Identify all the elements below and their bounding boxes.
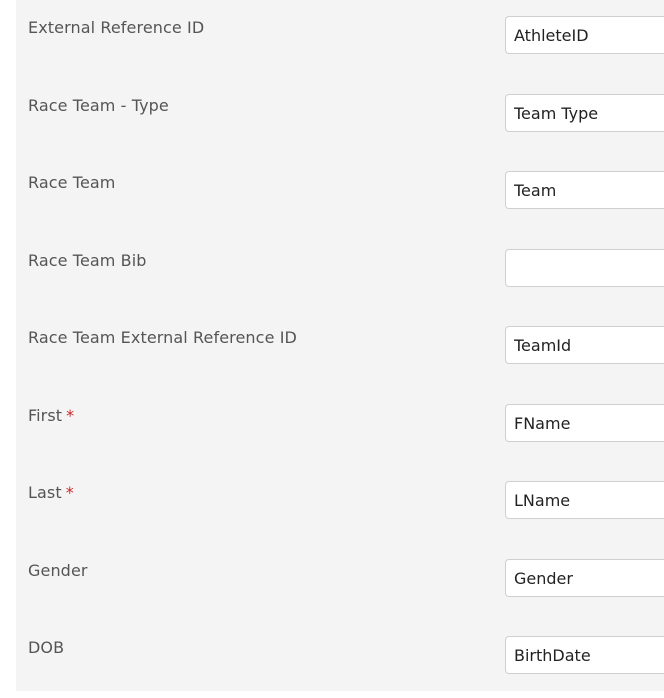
external-reference-id-input[interactable]: [505, 16, 664, 54]
field-row-race-team: Race Team: [16, 155, 664, 233]
dob-input[interactable]: [505, 636, 664, 674]
field-row-first: First *: [16, 388, 664, 466]
required-marker: *: [65, 483, 74, 502]
field-row-dob: DOB: [16, 620, 664, 698]
field-label: Gender: [28, 561, 88, 580]
field-row-external-reference-id: External Reference ID: [16, 0, 664, 78]
race-team-external-reference-id-input[interactable]: [505, 326, 664, 364]
race-team-input[interactable]: [505, 171, 664, 209]
field-label: First *: [28, 406, 75, 425]
field-label: Race Team: [28, 173, 116, 192]
gender-input[interactable]: [505, 559, 664, 597]
field-label: Race Team External Reference ID: [28, 328, 297, 347]
first-name-input[interactable]: [505, 404, 664, 442]
field-label: Race Team - Type: [28, 96, 169, 115]
field-row-gender: Gender: [16, 543, 664, 621]
field-mapping-panel: External Reference ID Race Team - Type R…: [16, 0, 664, 691]
field-row-race-team-type: Race Team - Type: [16, 78, 664, 156]
field-label: External Reference ID: [28, 18, 205, 37]
field-label: Race Team Bib: [28, 251, 147, 270]
required-marker: *: [66, 406, 75, 425]
last-name-input[interactable]: [505, 481, 664, 519]
field-label: DOB: [28, 638, 65, 657]
field-row-last: Last *: [16, 465, 664, 543]
field-label: Last *: [28, 483, 74, 502]
left-gutter: [0, 0, 16, 691]
race-team-bib-input[interactable]: [505, 249, 664, 287]
field-row-race-team-external-reference-id: Race Team External Reference ID: [16, 310, 664, 388]
race-team-type-input[interactable]: [505, 94, 664, 132]
field-row-race-team-bib: Race Team Bib: [16, 233, 664, 311]
